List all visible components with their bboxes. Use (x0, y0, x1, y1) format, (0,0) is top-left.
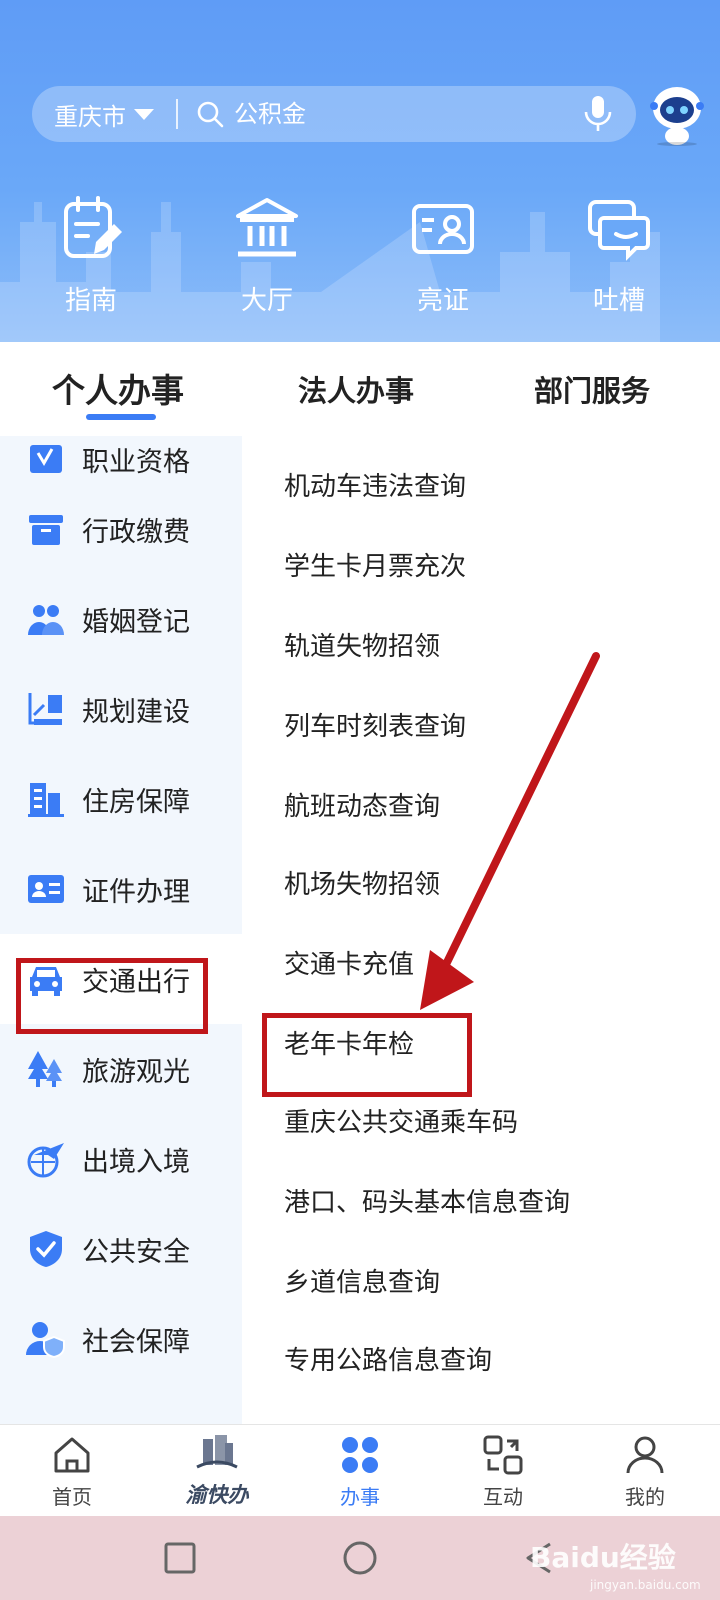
search-input[interactable] (234, 100, 582, 128)
sidebar-item-label: 旅游观光 (82, 1056, 190, 1088)
highlight-box-elderly-card (262, 1013, 472, 1097)
sidebar-item-label: 婚姻登记 (82, 606, 190, 638)
id-document-icon (28, 875, 64, 903)
search-bar[interactable]: 重庆市 (32, 86, 636, 142)
tab-legal-person[interactable]: 法人办事 (298, 368, 414, 410)
city-label: 重庆市 (54, 102, 126, 131)
shield-check-icon (30, 1231, 62, 1267)
quick-link-guide[interactable]: 指南 (36, 196, 146, 317)
interact-icon (483, 1435, 523, 1475)
caret-down-icon (134, 108, 154, 120)
list-item[interactable]: 航班动态查询 (284, 786, 440, 823)
quick-link-label: 亮证 (416, 286, 469, 316)
microphone-icon[interactable] (582, 94, 614, 134)
nav-yukuaiban[interactable]: 渝快办 (172, 1433, 262, 1509)
city-selector[interactable]: 重庆市 (54, 97, 154, 132)
nav-label: 渝快办 (185, 1483, 249, 1507)
sidebar-item-admin-fees[interactable]: 行政缴费 (0, 484, 242, 574)
list-item[interactable]: 乡道信息查询 (284, 1262, 440, 1299)
person-shield-icon (26, 1322, 65, 1359)
home-icon (54, 1437, 90, 1473)
list-item[interactable]: 机场失物招领 (284, 864, 440, 901)
planning-icon (28, 693, 62, 725)
list-item[interactable]: 交通卡充值 (284, 944, 414, 981)
list-item[interactable]: 港口、码头基本信息查询 (284, 1182, 570, 1219)
id-card-icon (412, 204, 474, 254)
nav-label: 互动 (483, 1485, 523, 1509)
list-item[interactable]: 专用公路信息查询 (284, 1340, 492, 1377)
sidebar-item-label: 出境入境 (82, 1146, 190, 1178)
tab-department[interactable]: 部门服务 (534, 368, 650, 410)
nav-label: 我的 (625, 1485, 665, 1509)
quick-link-feedback[interactable]: 吐槽 (564, 196, 674, 317)
sidebar-item-label: 住房保障 (82, 786, 190, 818)
nav-label: 首页 (52, 1485, 92, 1509)
list-item[interactable]: 重庆公共交通乘车码 (284, 1102, 518, 1139)
nav-profile[interactable]: 我的 (600, 1433, 690, 1510)
sidebar-item-label: 规划建设 (82, 696, 190, 728)
sidebar-item-certificates[interactable]: 证件办理 (0, 844, 242, 934)
watermark-subtext: jingyan.baidu.com (590, 1578, 701, 1592)
sidebar-item-label: 社会保障 (82, 1326, 190, 1358)
search-icon (197, 101, 224, 128)
system-navigation-bar: Baidu经验 jingyan.baidu.com (0, 1516, 720, 1600)
feedback-icon (588, 200, 650, 261)
list-item[interactable]: 列车时刻表查询 (284, 706, 466, 743)
guide-icon (64, 196, 122, 258)
sidebar-item-housing[interactable]: 住房保障 (0, 754, 242, 844)
list-item[interactable]: 机动车违法查询 (284, 466, 466, 503)
building-icon (28, 783, 64, 817)
sidebar-item-label: 职业资格 (82, 446, 190, 478)
certificate-icon (30, 445, 62, 473)
quick-link-show-id[interactable]: 亮证 (388, 196, 498, 317)
tab-personal[interactable]: 个人办事 (52, 364, 184, 412)
nav-services[interactable]: 办事 (315, 1433, 405, 1510)
quick-link-label: 吐槽 (592, 286, 645, 316)
nav-home[interactable]: 首页 (27, 1433, 117, 1510)
profile-icon (626, 1436, 664, 1474)
category-tabs: 个人办事 法人办事 部门服务 (0, 342, 720, 436)
header-banner: 重庆市 指南 (0, 0, 720, 342)
trees-icon (28, 1051, 62, 1087)
plane-globe-icon (27, 1143, 64, 1178)
active-tab-indicator (86, 414, 156, 420)
couple-icon (28, 605, 64, 635)
sidebar-item-tourism[interactable]: 旅游观光 (0, 1024, 242, 1114)
service-list: 机动车违法查询 学生卡月票充次 轨道失物招领 列车时刻表查询 航班动态查询 机场… (242, 436, 720, 1426)
list-item[interactable]: 轨道失物招领 (284, 626, 440, 663)
bottom-navigation: 首页 渝快办 办事 互动 我的 (0, 1424, 720, 1516)
services-grid-icon (342, 1437, 378, 1473)
watermark-text: Baidu经验 (530, 1541, 676, 1574)
quick-link-label: 指南 (64, 286, 117, 316)
sidebar-item-immigration[interactable]: 出境入境 (0, 1114, 242, 1204)
category-sidebar: 职业资格 行政缴费 婚姻登记 规划建设 住房保障 证件办理 交通出行 旅游观光 … (0, 436, 242, 1426)
sidebar-item-public-safety[interactable]: 公共安全 (0, 1204, 242, 1294)
search-divider (176, 99, 178, 129)
sidebar-item-social-security[interactable]: 社会保障 (0, 1294, 242, 1384)
highlight-box-transport (16, 958, 208, 1034)
quick-link-label: 大厅 (240, 286, 293, 316)
nav-interact[interactable]: 互动 (458, 1433, 548, 1510)
quick-link-hall[interactable]: 大厅 (212, 196, 322, 317)
sidebar-item-label: 公共安全 (82, 1236, 190, 1268)
yukuaiban-logo (196, 1435, 238, 1469)
list-item[interactable]: 学生卡月票充次 (284, 546, 466, 583)
sidebar-item-marriage[interactable]: 婚姻登记 (0, 574, 242, 664)
recent-apps-icon[interactable] (162, 1540, 198, 1576)
sidebar-item-label: 行政缴费 (82, 516, 190, 548)
sidebar-item-planning[interactable]: 规划建设 (0, 664, 242, 754)
assistant-robot-icon[interactable] (648, 84, 706, 146)
home-button-icon[interactable] (342, 1540, 378, 1576)
payment-box-icon (29, 515, 63, 545)
sidebar-item-label: 证件办理 (82, 876, 190, 908)
nav-label: 办事 (340, 1485, 380, 1509)
hall-icon (236, 198, 298, 257)
